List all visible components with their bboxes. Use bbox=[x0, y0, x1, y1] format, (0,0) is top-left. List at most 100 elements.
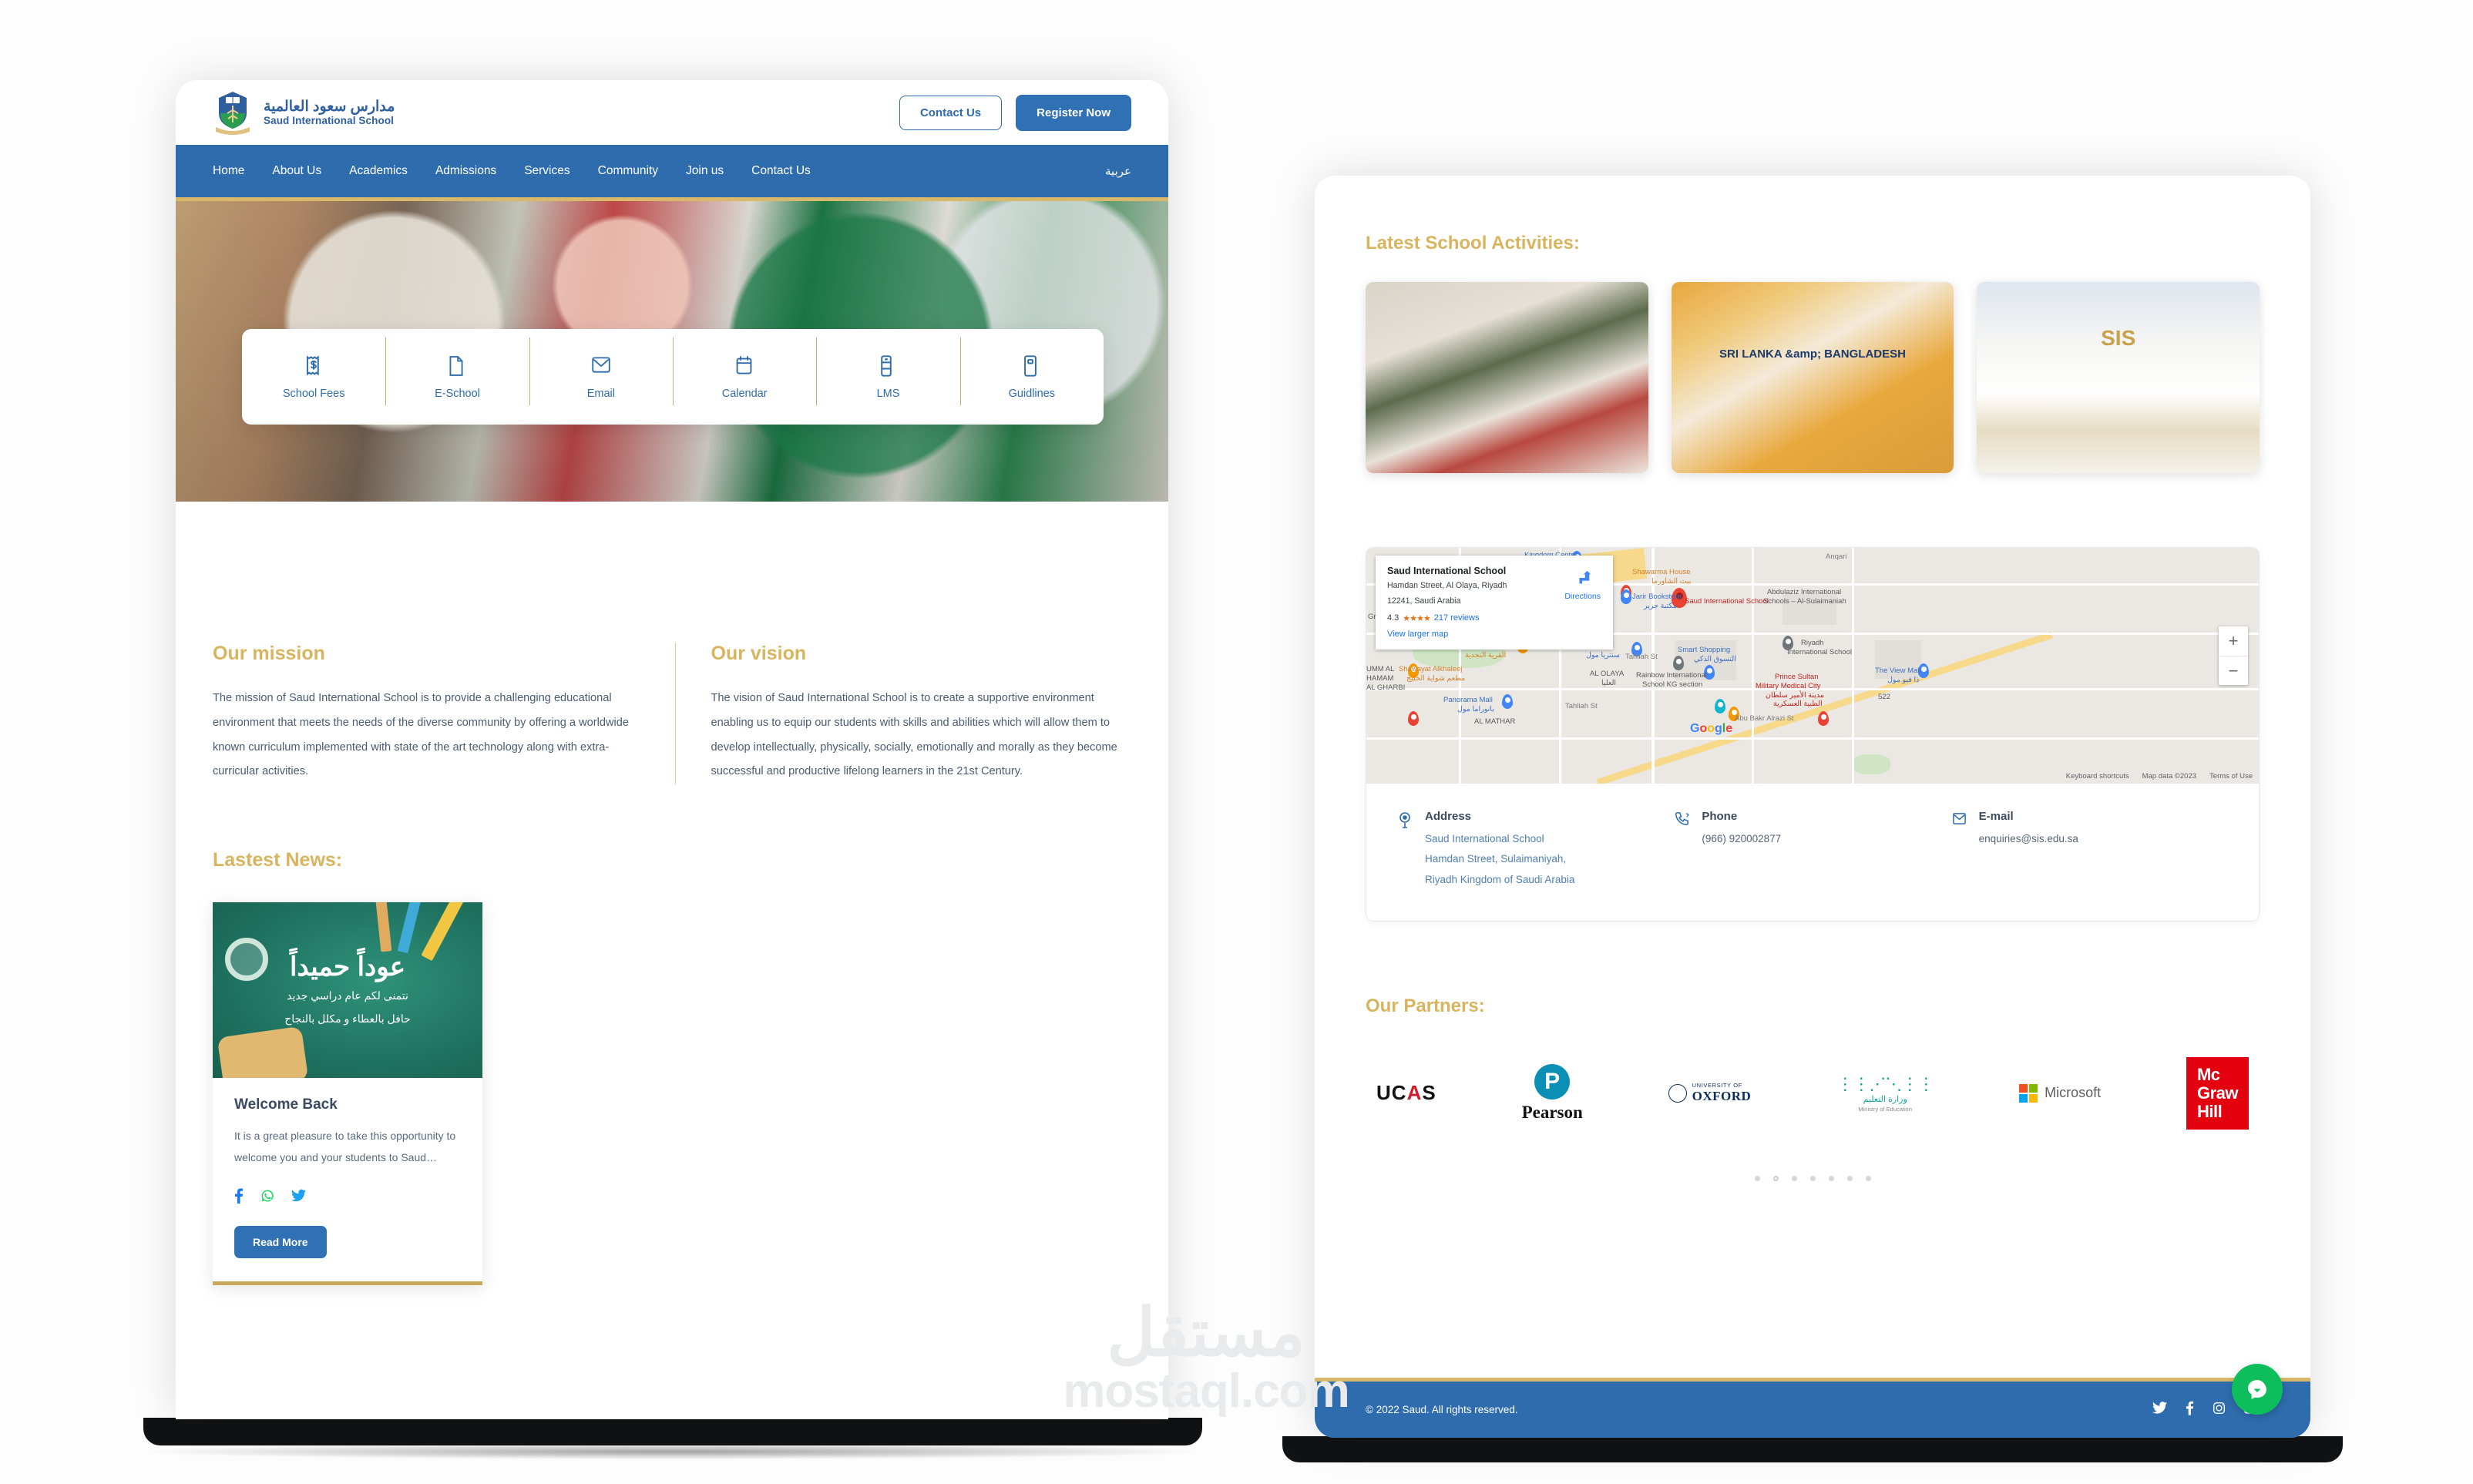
read-more-button[interactable]: Read More bbox=[234, 1225, 327, 1258]
carousel-dot[interactable] bbox=[1772, 1175, 1779, 1181]
nav-item-services[interactable]: Services bbox=[524, 164, 570, 178]
map-review-count: 217 reviews bbox=[1433, 613, 1480, 623]
map-label: التسوق الذكي bbox=[1694, 655, 1736, 663]
contact-phone-number[interactable]: (966) 920002877 bbox=[1702, 829, 1781, 849]
brand-logo[interactable]: مدارس سعود العالمية Saud International S… bbox=[213, 90, 395, 135]
site-footer: © 2022 Saud. All rights reserved. bbox=[1315, 1378, 2310, 1438]
nav-item-join-us[interactable]: Join us bbox=[686, 164, 724, 178]
right-device-base bbox=[1282, 1436, 2343, 1462]
language-switcher-arabic[interactable]: عربية bbox=[1105, 164, 1131, 178]
oxford-logo-block: UNIVERSITY OF OXFORD bbox=[1668, 1082, 1752, 1104]
nav-item-admissions[interactable]: Admissions bbox=[435, 164, 496, 178]
phone-icon bbox=[1674, 811, 1691, 828]
moe-logo-block: ⋮⋮⋰⋱⋮⋮ وزارة التعليم Ministry of Educati… bbox=[1836, 1074, 1934, 1113]
microsoft-logo[interactable]: Microsoft bbox=[2019, 1057, 2101, 1130]
map-label: Panorama Mall bbox=[1443, 696, 1493, 704]
quick-link-guidlines[interactable]: Guidlines bbox=[959, 337, 1104, 405]
facebook-icon[interactable] bbox=[234, 1188, 244, 1207]
map-zoom-in-button[interactable]: + bbox=[2219, 626, 2248, 656]
pearson-mark-icon: P bbox=[1534, 1063, 1571, 1100]
nav-item-home[interactable]: Home bbox=[213, 164, 244, 178]
news-card-image: عوداً حميداً نتمنى لكم عام دراسي جديد حا… bbox=[213, 902, 482, 1079]
google-watermark: Google bbox=[1690, 722, 1733, 735]
keyboard-shortcuts-link[interactable]: Keyboard shortcuts bbox=[2066, 772, 2129, 781]
pearson-logo-text: Pearson bbox=[1521, 1102, 1583, 1122]
quick-link-e-school[interactable]: E-School bbox=[385, 337, 529, 405]
quick-link-school-fees[interactable]: School Fees bbox=[242, 354, 385, 400]
contact-address: Address Saud International School Hamdan… bbox=[1397, 810, 1674, 890]
carousel-dot[interactable] bbox=[1754, 1175, 1760, 1181]
news-card[interactable]: عوداً حميداً نتمنى لكم عام دراسي جديد حا… bbox=[213, 902, 482, 1285]
contact-email: E-mail enquiries@sis.edu.sa bbox=[1951, 810, 2228, 890]
ministry-of-education-logo[interactable]: ⋮⋮⋰⋱⋮⋮ وزارة التعليم Ministry of Educati… bbox=[1836, 1057, 1934, 1130]
whatsapp-icon[interactable] bbox=[260, 1189, 274, 1207]
news-card-body: Welcome Back It is a great pleasure to t… bbox=[213, 1078, 482, 1281]
activities-grid: SRI LANKA &amp; BANGLADESH SIS bbox=[1366, 282, 2260, 473]
contact-phone-heading: Phone bbox=[1702, 810, 1738, 823]
pearson-logo[interactable]: P Pearson bbox=[1522, 1057, 1583, 1130]
nav-item-community[interactable]: Community bbox=[598, 164, 658, 178]
quick-link-lms[interactable]: LMS bbox=[816, 337, 959, 405]
directions-arrow-icon bbox=[1579, 570, 1591, 584]
map-zoom-out-button[interactable]: − bbox=[2219, 656, 2248, 685]
brand-name-english: Saud International School bbox=[264, 115, 395, 127]
partners-logo-row: UCAS P Pearson UNIVERSITY OF OXFORD ⋮⋮⋰⋱… bbox=[1366, 1057, 2260, 1130]
quick-link-calendar[interactable]: Calendar bbox=[672, 337, 816, 405]
nav-item-contact-us[interactable]: Contact Us bbox=[751, 164, 811, 178]
quick-links-card: School Fees E-School Email Calendar LMS … bbox=[242, 329, 1104, 425]
carousel-dot[interactable] bbox=[1865, 1175, 1871, 1181]
carousel-dot[interactable] bbox=[1828, 1175, 1834, 1181]
envelope-icon bbox=[1951, 811, 1968, 828]
whatsapp-chat-button[interactable] bbox=[2232, 1364, 2283, 1415]
nav-item-about-us[interactable]: About Us bbox=[272, 164, 321, 178]
twitter-icon[interactable] bbox=[291, 1189, 306, 1206]
carousel-dot[interactable] bbox=[1809, 1175, 1816, 1181]
map-label: Shawarma House bbox=[1632, 568, 1691, 576]
view-larger-map-link[interactable]: View larger map bbox=[1387, 630, 1601, 639]
left-device-shadow bbox=[151, 1444, 1194, 1459]
carousel-dot[interactable] bbox=[1846, 1175, 1853, 1181]
vision-body: The vision of Saud International School … bbox=[711, 692, 1117, 778]
partners-carousel-dots[interactable] bbox=[1366, 1175, 2260, 1181]
activity-caption: SIS bbox=[2101, 325, 2136, 350]
facebook-icon[interactable] bbox=[2186, 1401, 2194, 1419]
microsoft-logo-text: Microsoft bbox=[2045, 1085, 2102, 1101]
oxford-logo[interactable]: UNIVERSITY OF OXFORD bbox=[1668, 1057, 1752, 1130]
twitter-icon[interactable] bbox=[2152, 1402, 2167, 1418]
map-label: Tahliah St bbox=[1565, 702, 1598, 710]
moe-logo-english: Ministry of Education bbox=[1858, 1105, 1913, 1113]
map-directions-button[interactable]: Directions bbox=[1564, 569, 1601, 601]
carousel-dot[interactable] bbox=[1791, 1175, 1797, 1181]
news-banner-headline: عوداً حميداً bbox=[289, 952, 406, 982]
map-label: Anqari bbox=[1826, 552, 1847, 561]
quick-link-label: LMS bbox=[876, 387, 900, 400]
instagram-icon[interactable] bbox=[2213, 1402, 2226, 1419]
address-line-1: Saud International School bbox=[1425, 833, 1544, 844]
terms-of-use-link[interactable]: Terms of Use bbox=[2209, 772, 2253, 781]
nav-item-academics[interactable]: Academics bbox=[349, 164, 408, 178]
activities-title: Latest School Activities: bbox=[1366, 233, 1580, 253]
activity-photo-cake[interactable]: SIS bbox=[1977, 282, 2260, 473]
map-label: Riyadh bbox=[1801, 639, 1824, 647]
map-zoom-controls[interactable]: + − bbox=[2219, 626, 2248, 685]
register-now-button[interactable]: Register Now bbox=[1016, 94, 1131, 131]
contact-email-text: E-mail enquiries@sis.edu.sa bbox=[1979, 810, 2078, 890]
map-label: AL MATHAR bbox=[1474, 717, 1516, 726]
map-label: Military Medical City bbox=[1756, 682, 1821, 690]
ucas-logo[interactable]: UCAS bbox=[1376, 1057, 1436, 1130]
mission-vision-row: Our mission The mission of Saud Internat… bbox=[213, 643, 1131, 785]
quick-link-email[interactable]: Email bbox=[529, 337, 673, 405]
contact-email-address[interactable]: enquiries@sis.edu.sa bbox=[1979, 829, 2078, 849]
book-device-icon bbox=[1021, 354, 1043, 378]
quick-link-label: Email bbox=[586, 387, 615, 400]
left-page-content: Our mission The mission of Saud Internat… bbox=[176, 643, 1168, 1285]
mcgraw-hill-logo[interactable]: Mc Graw Hill bbox=[2186, 1057, 2249, 1130]
right-device-screen: Latest School Activities: SRI LANKA &amp… bbox=[1315, 176, 2310, 1438]
activity-photo-students[interactable] bbox=[1366, 282, 1648, 473]
google-map[interactable]: Kingdom Centreمركز المملكةShawarma House… bbox=[1366, 548, 2259, 784]
map-label: بيت الشاورما bbox=[1651, 577, 1692, 586]
activity-photo-international-day[interactable]: SRI LANKA &amp; BANGLADESH bbox=[1671, 282, 1954, 473]
moe-swoosh-icon: ⋮⋮⋰⋱⋮⋮ bbox=[1836, 1073, 1934, 1093]
contact-us-button[interactable]: Contact Us bbox=[899, 95, 1003, 130]
screenshot-canvas: مستقل mostaql.com مدارس سعود العالمية Sa… bbox=[0, 0, 2473, 1484]
